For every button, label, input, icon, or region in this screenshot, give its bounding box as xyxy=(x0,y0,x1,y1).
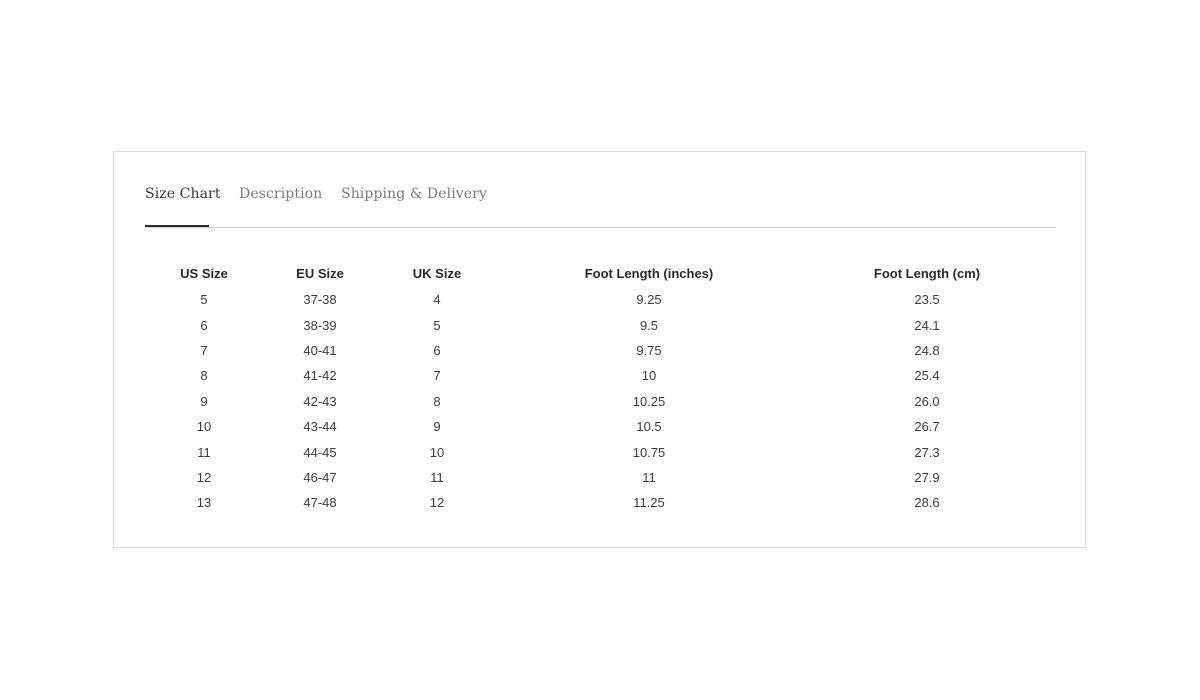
cell-foot-length-cm: 23.5 xyxy=(914,292,940,308)
cell-foot-length-cm: 24.8 xyxy=(914,342,940,358)
cell-foot-length-inches: 10.5 xyxy=(636,419,662,435)
cell-eu-size: 42-43 xyxy=(303,393,337,409)
cell-us-size: 9 xyxy=(200,393,208,409)
cell-foot-length-cm: 28.6 xyxy=(914,495,940,511)
cell-eu-size: 37-38 xyxy=(303,292,337,308)
active-tab-indicator xyxy=(145,225,209,227)
tab-size-chart[interactable]: Size Chart xyxy=(145,186,221,202)
table-row: 7 40-41 6 9.75 24.8 xyxy=(144,338,1054,363)
cell-uk-size: 9 xyxy=(433,419,441,435)
cell-us-size: 8 xyxy=(200,368,208,384)
cell-foot-length-cm: 25.4 xyxy=(914,368,940,384)
cell-foot-length-cm: 27.9 xyxy=(914,469,940,485)
cell-uk-size: 6 xyxy=(433,342,441,358)
cell-foot-length-inches: 10 xyxy=(641,368,657,384)
table-row: 8 41-42 7 10 25.4 xyxy=(144,363,1054,388)
table-header-row: US Size EU Size UK Size Foot Length (inc… xyxy=(144,260,1054,287)
tab-shipping-delivery[interactable]: Shipping & Delivery xyxy=(341,186,487,202)
table-row: 13 47-48 12 11.25 28.6 xyxy=(144,490,1054,515)
header-foot-length-cm: Foot Length (cm) xyxy=(873,266,981,281)
cell-foot-length-inches: 10.75 xyxy=(632,444,666,460)
cell-foot-length-cm: 26.7 xyxy=(914,419,940,435)
table-row: 6 38-39 5 9.5 24.1 xyxy=(144,312,1054,337)
cell-foot-length-inches: 10.25 xyxy=(632,393,666,409)
tab-bar: Size Chart Description Shipping & Delive… xyxy=(145,152,1056,228)
cell-eu-size: 38-39 xyxy=(303,317,337,333)
cell-uk-size: 5 xyxy=(433,317,441,333)
header-uk-size: UK Size xyxy=(412,266,462,281)
cell-uk-size: 10 xyxy=(429,444,445,460)
cell-eu-size: 47-48 xyxy=(303,495,337,511)
cell-foot-length-inches: 11 xyxy=(642,469,656,485)
header-eu-size: EU Size xyxy=(296,266,344,281)
cell-uk-size: 11 xyxy=(430,469,444,485)
table-row: 10 43-44 9 10.5 26.7 xyxy=(144,414,1054,439)
cell-eu-size: 40-41 xyxy=(303,342,337,358)
cell-us-size: 7 xyxy=(200,342,208,358)
cell-us-size: 12 xyxy=(196,469,212,485)
cell-uk-size: 7 xyxy=(433,368,441,384)
table-row: 9 42-43 8 10.25 26.0 xyxy=(144,389,1054,414)
cell-us-size: 6 xyxy=(200,317,208,333)
cell-foot-length-inches: 9.5 xyxy=(639,317,659,333)
cell-uk-size: 4 xyxy=(433,292,441,308)
size-chart-table: US Size EU Size UK Size Foot Length (inc… xyxy=(144,260,1054,516)
cell-eu-size: 46-47 xyxy=(303,469,337,485)
cell-foot-length-inches: 9.75 xyxy=(636,342,662,358)
cell-eu-size: 43-44 xyxy=(303,419,337,435)
table-row: 12 46-47 11 11 27.9 xyxy=(144,465,1054,490)
tab-description[interactable]: Description xyxy=(239,186,322,202)
header-foot-length-inches: Foot Length (inches) xyxy=(584,266,714,281)
table-row: 11 44-45 10 10.75 27.3 xyxy=(144,439,1054,464)
product-info-panel: Size Chart Description Shipping & Delive… xyxy=(113,151,1086,548)
cell-foot-length-cm: 27.3 xyxy=(914,444,940,460)
header-us-size: US Size xyxy=(180,266,228,281)
table-row: 5 37-38 4 9.25 23.5 xyxy=(144,287,1054,312)
cell-us-size: 10 xyxy=(196,419,212,435)
cell-foot-length-cm: 24.1 xyxy=(914,317,940,333)
cell-us-size: 11 xyxy=(197,444,211,460)
cell-us-size: 5 xyxy=(200,292,208,308)
cell-uk-size: 12 xyxy=(429,495,445,511)
cell-eu-size: 41-42 xyxy=(303,368,337,384)
cell-eu-size: 44-45 xyxy=(303,444,337,460)
cell-foot-length-inches: 9.25 xyxy=(636,292,662,308)
cell-us-size: 13 xyxy=(196,495,212,511)
cell-foot-length-cm: 26.0 xyxy=(914,393,940,409)
cell-uk-size: 8 xyxy=(433,393,441,409)
cell-foot-length-inches: 11.25 xyxy=(633,495,665,511)
